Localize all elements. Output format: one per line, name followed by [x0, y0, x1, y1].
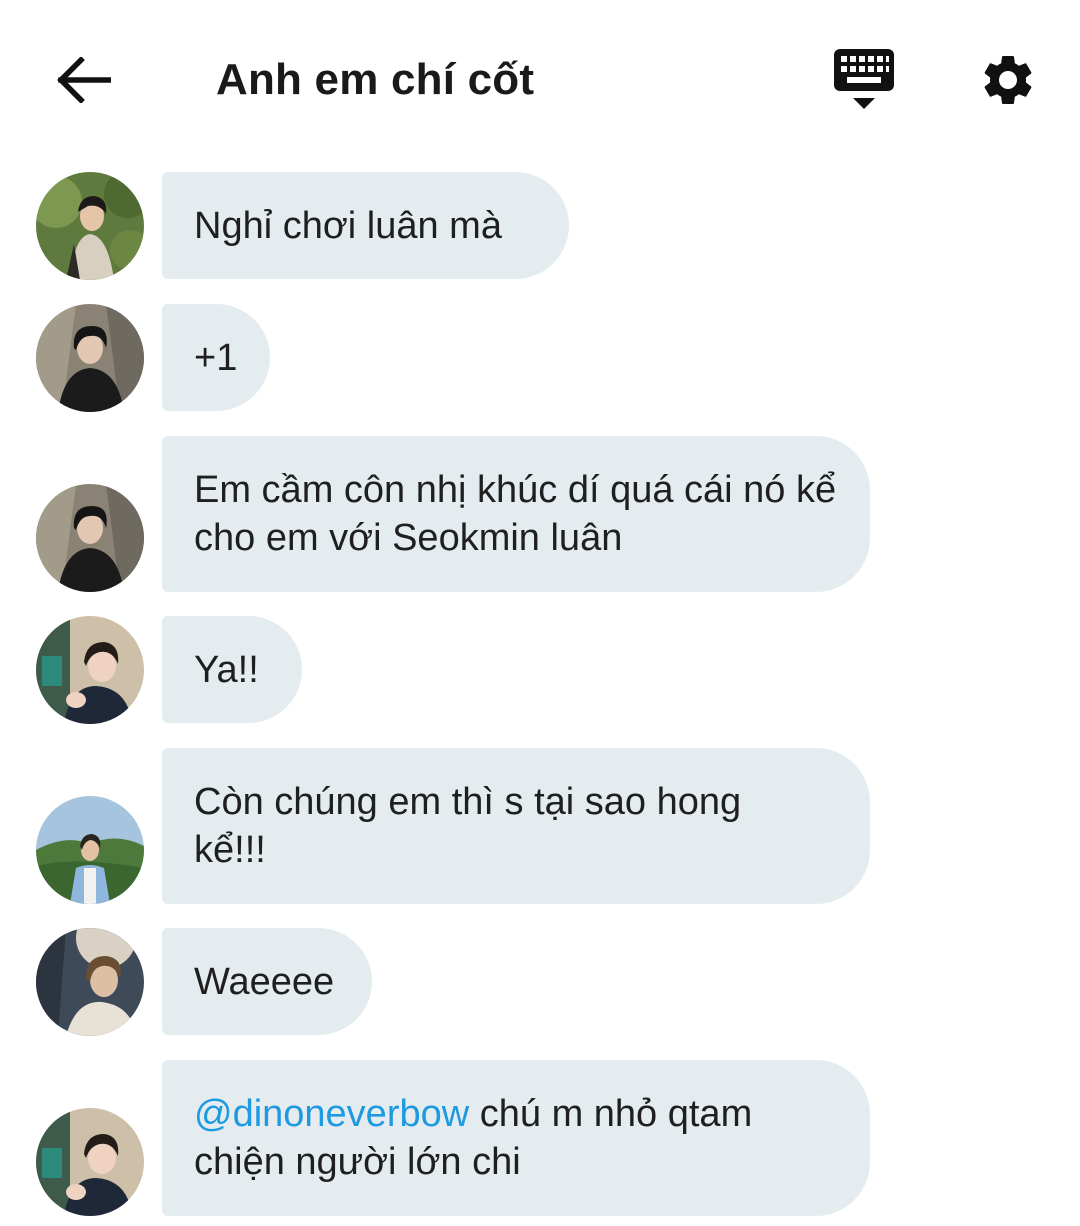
message-bubble[interactable]: +1	[162, 304, 270, 411]
settings-button[interactable]	[972, 44, 1044, 116]
avatar[interactable]	[36, 616, 144, 724]
chat-header: Anh em chí cốt	[0, 0, 1080, 160]
avatar[interactable]	[36, 1108, 144, 1216]
message-bubble[interactable]: Ya!!	[162, 616, 302, 723]
avatar[interactable]	[36, 796, 144, 904]
gear-icon	[984, 55, 1032, 104]
avatar[interactable]	[36, 172, 144, 280]
message-text: Còn chúng em thì s tại sao hong kể!!!	[194, 781, 742, 871]
chat-title: Anh em chí cốt	[216, 55, 535, 104]
message-text: @dinoneverbow chú m nhỏ qtam chiện người…	[194, 1090, 838, 1186]
message-text: Waeeee	[194, 960, 335, 1003]
message-bubble[interactable]: Còn chúng em thì s tại sao hong kể!!!	[162, 748, 870, 904]
avatar[interactable]	[36, 928, 144, 1036]
avatar[interactable]	[36, 484, 144, 592]
avatar[interactable]	[36, 304, 144, 412]
hide-keyboard-button[interactable]	[826, 46, 902, 116]
keyboard-hide-icon	[834, 49, 894, 109]
message-bubble[interactable]: @dinoneverbow chú m nhỏ qtam chiện người…	[162, 1060, 870, 1216]
message-bubble[interactable]: Em cầm côn nhị khúc dí quá cái nó kể cho…	[162, 436, 870, 592]
message-bubble[interactable]: Waeeee	[162, 928, 372, 1035]
message-text: Ya!!	[194, 648, 259, 691]
message-bubble[interactable]: Nghỉ chơi luân mà	[162, 172, 569, 279]
mention-link[interactable]: @dinoneverbow	[194, 1093, 469, 1135]
back-button[interactable]	[52, 50, 116, 110]
message-text: +1	[194, 336, 238, 379]
message-text: Em cầm côn nhị khúc dí quá cái nó kể cho…	[194, 469, 837, 559]
message-text: Nghỉ chơi luân mà	[194, 204, 502, 247]
arrow-left-icon	[57, 57, 111, 103]
